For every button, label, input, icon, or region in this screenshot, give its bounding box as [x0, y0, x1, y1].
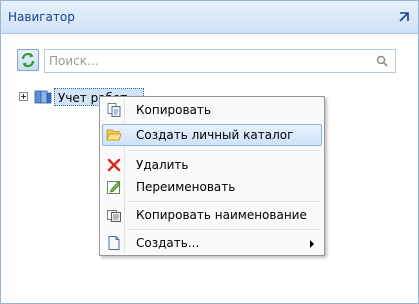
menu-item-copy-name[interactable]: Копировать наименование	[102, 204, 322, 226]
menu-item-delete[interactable]: Удалить	[102, 154, 322, 176]
folder-open-icon	[106, 127, 122, 143]
menu-item-label: Удалить	[136, 158, 189, 172]
search-icon[interactable]	[376, 55, 388, 70]
menu-separator	[128, 150, 320, 151]
submenu-arrow-icon	[310, 240, 314, 248]
menu-separator	[128, 229, 320, 230]
collapse-double-chevron-icon[interactable]	[397, 10, 411, 24]
menu-item-create-personal-catalog[interactable]: Создать личный каталог	[102, 124, 322, 146]
search-field[interactable]	[44, 49, 396, 73]
refresh-button[interactable]	[17, 49, 39, 71]
menu-separator	[128, 201, 320, 202]
menu-item-label: Переименовать	[136, 180, 236, 194]
rename-icon	[106, 179, 122, 195]
menu-item-label: Создать личный каталог	[136, 128, 294, 142]
expand-plus-icon[interactable]	[19, 92, 28, 101]
search-input[interactable]	[49, 52, 359, 70]
menu-item-label: Создать...	[136, 236, 200, 250]
menu-item-copy[interactable]: Копировать	[102, 99, 322, 121]
context-menu: Копировать Создать личный каталог Удалит…	[99, 96, 325, 256]
panel-title: Навигатор	[8, 10, 75, 24]
catalog-icon	[34, 89, 52, 108]
refresh-icon	[21, 52, 35, 68]
menu-item-create-submenu[interactable]: Создать...	[102, 232, 322, 254]
menu-item-rename[interactable]: Переименовать	[102, 176, 322, 198]
new-document-icon	[106, 235, 122, 251]
copy-name-icon	[106, 207, 122, 223]
delete-x-icon	[106, 157, 122, 173]
copy-icon	[106, 102, 122, 118]
panel-header: Навигатор	[1, 1, 418, 34]
menu-item-label: Копировать наименование	[136, 208, 307, 222]
menu-item-label: Копировать	[136, 103, 211, 117]
